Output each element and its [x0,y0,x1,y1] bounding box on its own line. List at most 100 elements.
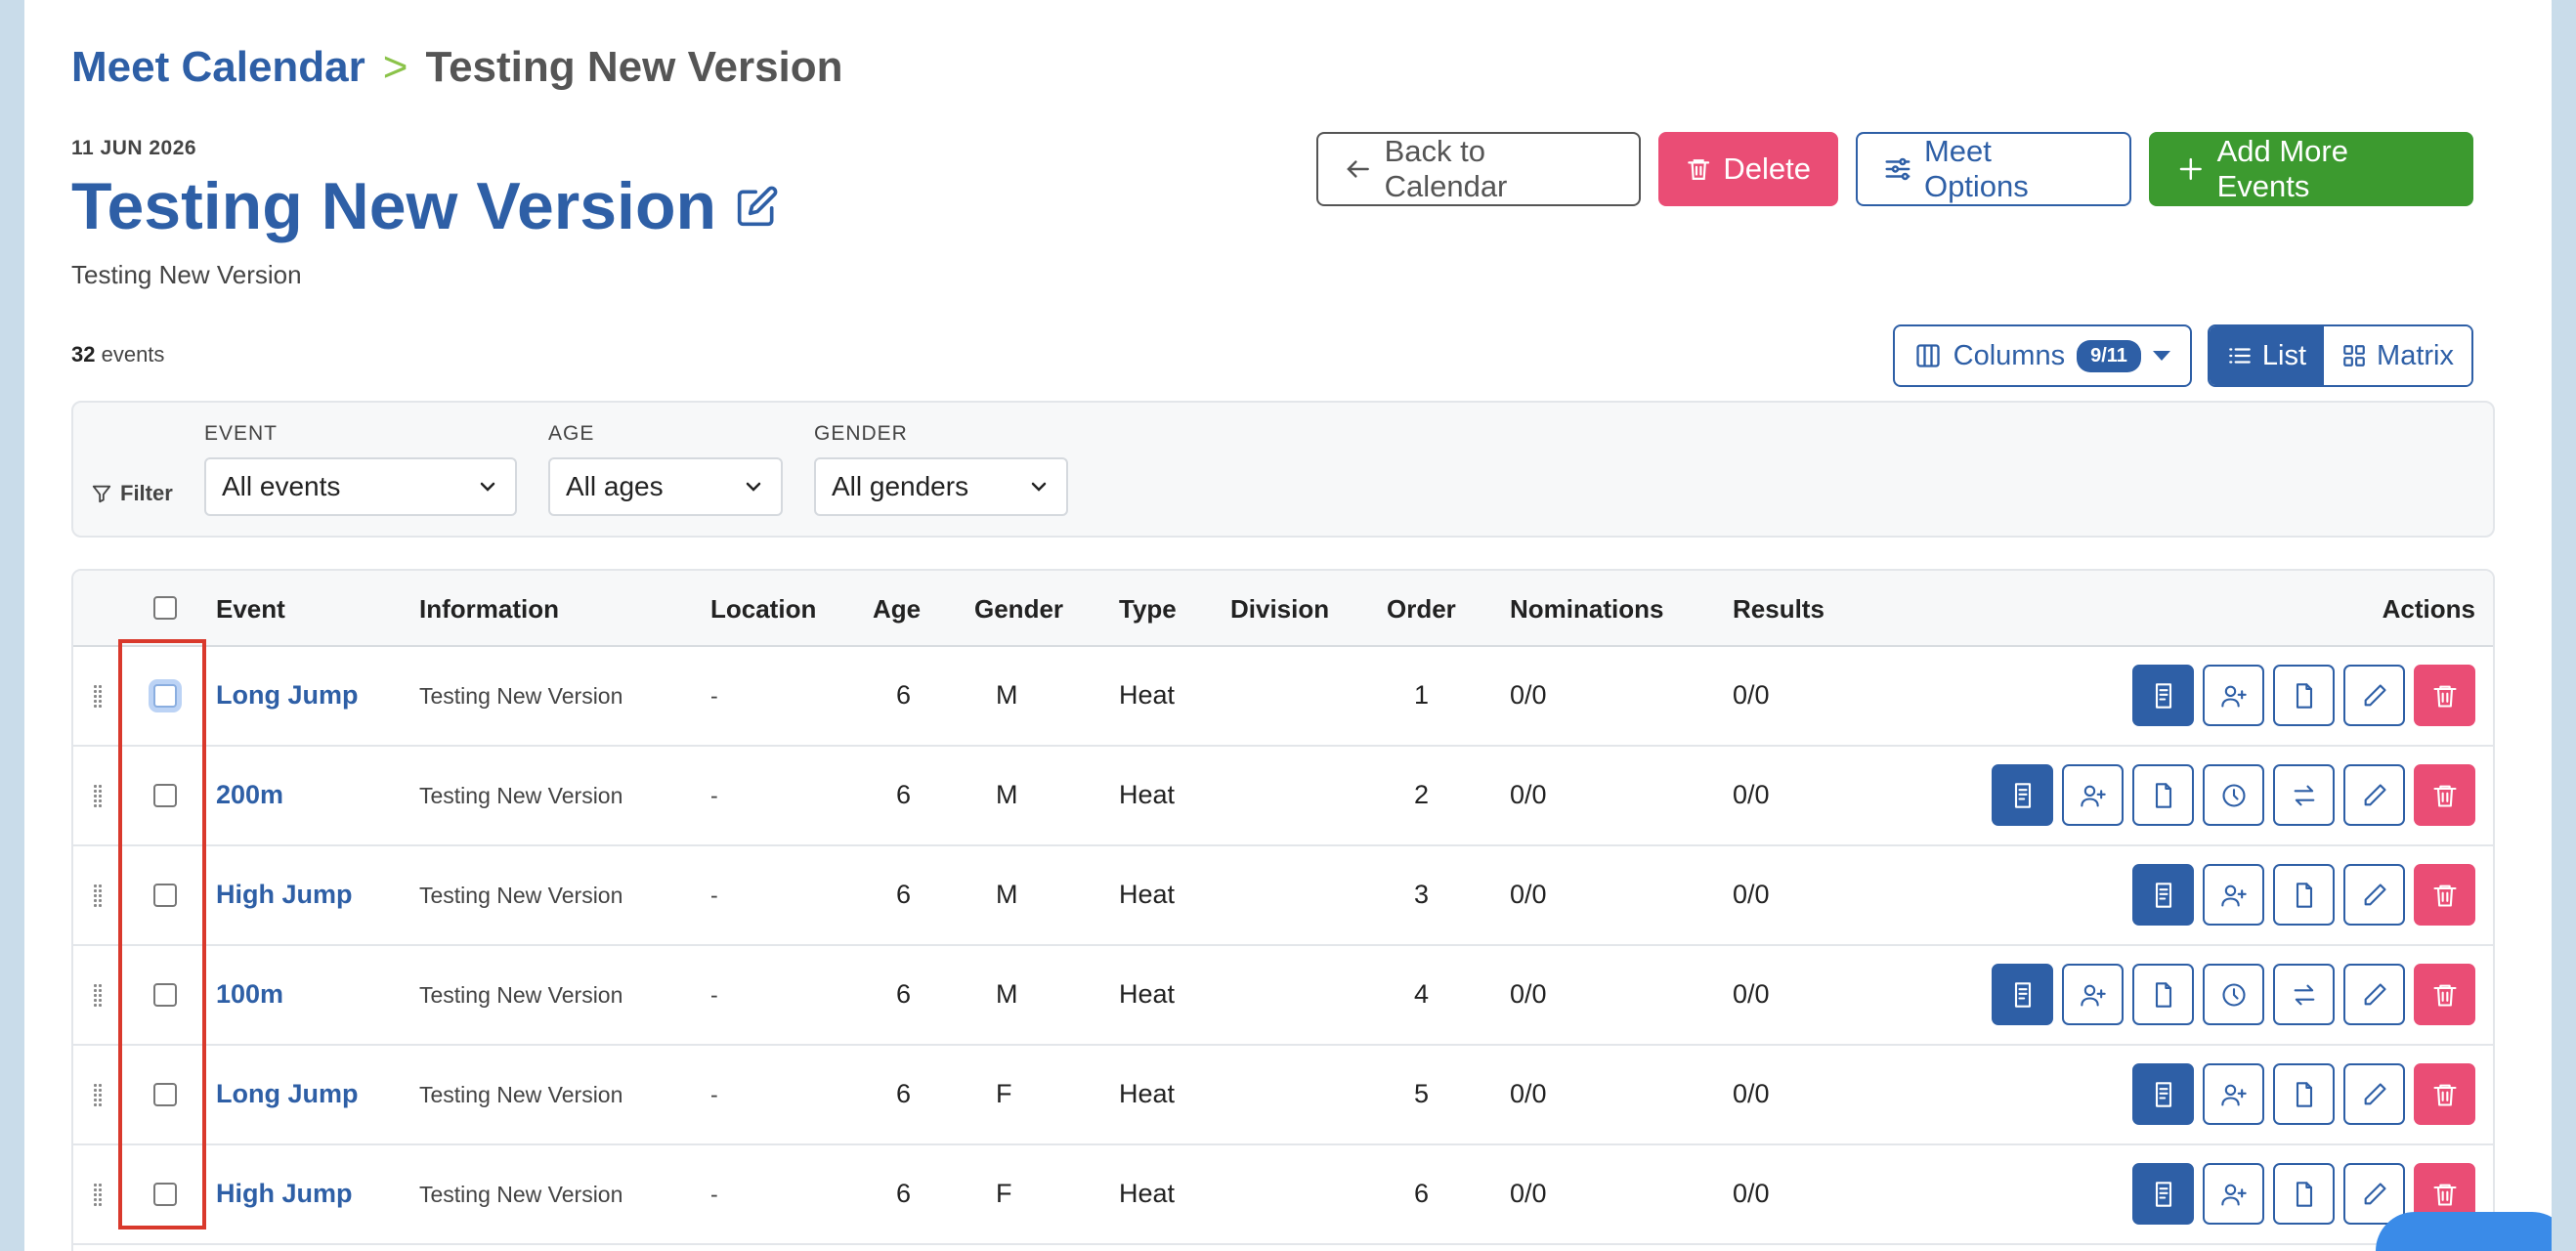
cell-event[interactable]: High Jump [216,1179,353,1209]
delete-event-button[interactable] [2414,665,2475,726]
edit-event-button[interactable] [2343,1063,2405,1125]
cell-order: 3 [1414,880,1430,909]
delete-event-button[interactable] [2414,964,2475,1025]
row-checkbox[interactable] [153,684,177,708]
edit-title-icon[interactable] [736,185,779,228]
plus-icon [2179,157,2202,181]
column-header-type[interactable]: Type [1119,594,1177,625]
gender-filter-select[interactable]: All genders [814,457,1068,516]
results-sheet-button[interactable] [2132,864,2194,926]
cell-location: - [710,1182,718,1207]
edit-event-button[interactable] [2343,864,2405,926]
cell-event[interactable]: Long Jump [216,680,358,711]
swap-lanes-button[interactable] [2273,764,2335,826]
cell-event[interactable]: 200m [216,780,283,810]
meet-options-label: Meet Options [1923,134,2029,203]
back-to-calendar-button[interactable]: Back to Calendar [1316,132,1641,206]
add-athlete-button[interactable] [2062,964,2124,1025]
add-athlete-button[interactable] [2203,864,2264,926]
meet-options-button[interactable]: Meet Options [1856,132,2131,206]
view-toggle: List Matrix [2207,324,2473,387]
cell-age: 6 [896,680,912,710]
meet-subtitle: Testing New Version [71,260,302,289]
delete-event-button[interactable] [2414,764,2475,826]
cell-results: 0/0 [1733,979,1770,1009]
timing-button[interactable] [2203,764,2264,826]
document-button[interactable] [2273,864,2335,926]
cell-results: 0/0 [1733,780,1770,809]
table-row: High Jump Testing New Version - 6 M Heat 3 0/0 0… [73,846,2493,946]
column-header-results[interactable]: Results [1733,594,1825,625]
cell-order: 5 [1414,1079,1430,1108]
filter-label: Filter [91,481,173,506]
edit-event-button[interactable] [2343,964,2405,1025]
columns-dropdown-button[interactable]: Columns 9/11 [1892,324,2192,387]
row-checkbox[interactable] [153,884,177,907]
document-button[interactable] [2273,1163,2335,1225]
results-sheet-button[interactable] [1992,964,2053,1025]
trash-icon [2432,785,2457,807]
cell-nominations: 0/0 [1510,880,1547,909]
event-filter-select[interactable]: All events [204,457,517,516]
select-all-checkbox[interactable] [153,596,177,620]
delete-meet-button[interactable]: Delete [1658,132,1838,206]
delete-event-button[interactable] [2414,864,2475,926]
cell-gender: M [996,979,1018,1009]
event-filter-value: All events [222,471,341,501]
document-button[interactable] [2273,1063,2335,1125]
drag-handle-icon[interactable] [93,884,103,909]
cell-results: 0/0 [1733,680,1770,710]
column-header-gender[interactable]: Gender [974,594,1063,625]
drag-handle-icon[interactable] [93,1083,103,1108]
cell-information: Testing New Version [419,982,623,1008]
document-button[interactable] [2273,665,2335,726]
cell-event[interactable]: High Jump [216,880,353,910]
cell-event[interactable]: Long Jump [216,1079,358,1109]
age-filter-select[interactable]: All ages [548,457,783,516]
add-athlete-icon [2220,1084,2247,1106]
cell-results: 0/0 [1733,1079,1770,1108]
column-header-division[interactable]: Division [1230,594,1329,625]
add-athlete-button[interactable] [2203,1163,2264,1225]
row-checkbox[interactable] [153,1083,177,1106]
edit-event-button[interactable] [2343,764,2405,826]
column-header-nominations[interactable]: Nominations [1510,594,1663,625]
cell-age: 6 [896,979,912,1009]
add-athlete-button[interactable] [2203,1063,2264,1125]
swap-lanes-button[interactable] [2273,964,2335,1025]
results-sheet-button[interactable] [2132,1063,2194,1125]
chevron-down-icon [746,482,761,492]
cell-event[interactable]: 100m [216,979,283,1010]
drag-handle-icon[interactable] [93,684,103,710]
results-sheet-button[interactable] [2132,1163,2194,1225]
list-view-button[interactable]: List [2209,326,2325,385]
drag-handle-icon[interactable] [93,1183,103,1208]
edit-event-button[interactable] [2343,665,2405,726]
age-filter-group: AGE All ages [548,422,783,516]
results-sheet-button[interactable] [1992,764,2053,826]
row-checkbox[interactable] [153,784,177,807]
document-button[interactable] [2132,964,2194,1025]
column-header-information[interactable]: Information [419,594,559,625]
matrix-view-button[interactable]: Matrix [2324,326,2471,385]
timing-button[interactable] [2203,964,2264,1025]
add-athlete-button[interactable] [2203,665,2264,726]
results-sheet-button[interactable] [2132,665,2194,726]
column-header-order[interactable]: Order [1387,594,1456,625]
row-checkbox[interactable] [153,983,177,1007]
drag-handle-icon[interactable] [93,784,103,809]
add-athlete-button[interactable] [2062,764,2124,826]
delete-event-button[interactable] [2414,1063,2475,1125]
drag-handle-icon[interactable] [93,983,103,1009]
breadcrumb-meet-calendar-link[interactable]: Meet Calendar [71,43,365,92]
column-header-location[interactable]: Location [710,594,816,625]
add-more-events-button[interactable]: Add More Events [2149,132,2473,206]
column-header-event[interactable]: Event [216,594,285,625]
column-header-age[interactable]: Age [873,594,921,625]
table-row: High Jump Testing New Version - 6 F Heat 6 0/0 0… [73,1145,2493,1245]
row-checkbox[interactable] [153,1183,177,1206]
document-button[interactable] [2132,764,2194,826]
table-row: Long Jump Testing New Version - 6 F Heat 5 0/0 0… [73,1046,2493,1145]
floating-button-edge[interactable] [2376,1212,2552,1251]
results-sheet-icon [2014,782,2031,808]
